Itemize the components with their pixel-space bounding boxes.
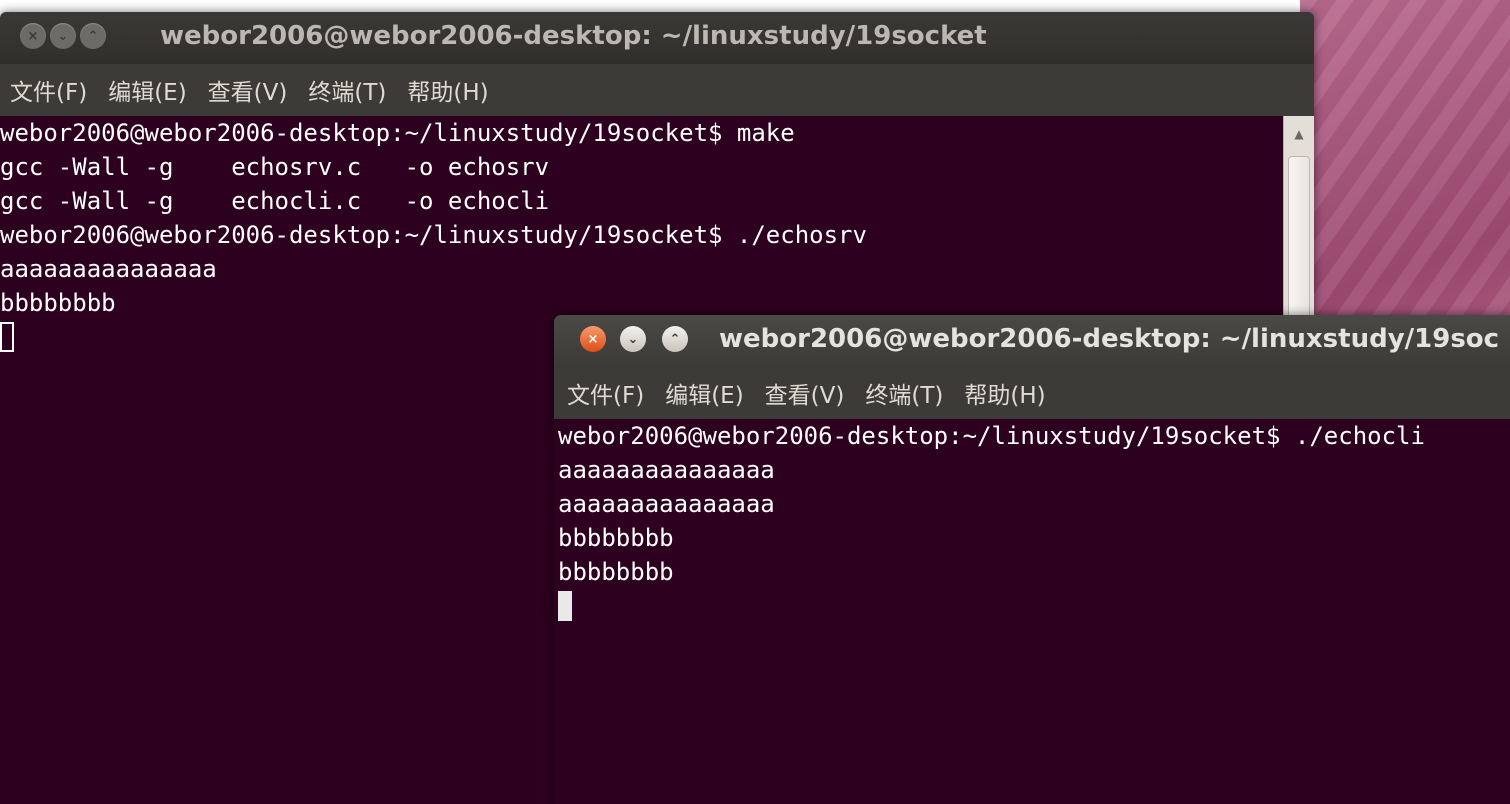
terminal-window-client[interactable]: × ⌄ ⌃ webor2006@webor2006-desktop: ~/lin… xyxy=(554,315,1510,804)
maximize-button[interactable]: ⌃ xyxy=(80,23,106,49)
menu-help[interactable]: 帮助(H) xyxy=(407,73,488,107)
terminal-output[interactable]: webor2006@webor2006-desktop:~/linuxstudy… xyxy=(554,419,1510,804)
terminal-line: bbbbbbbb xyxy=(558,524,674,552)
menu-file[interactable]: 文件(F) xyxy=(567,376,644,410)
menu-view[interactable]: 查看(V) xyxy=(765,376,845,410)
menu-terminal[interactable]: 终端(T) xyxy=(865,376,943,410)
title-bar[interactable]: × ⌄ ⌃ webor2006@webor2006-desktop: ~/lin… xyxy=(0,12,1314,64)
title-bar[interactable]: × ⌄ ⌃ webor2006@webor2006-desktop: ~/lin… xyxy=(554,315,1510,367)
terminal-line: aaaaaaaaaaaaaaa xyxy=(558,490,775,518)
scroll-up-arrow-icon[interactable]: ▲ xyxy=(1284,116,1314,152)
terminal-line: gcc -Wall -g echosrv.c -o echosrv xyxy=(0,153,550,181)
terminal-line: aaaaaaaaaaaaaaa xyxy=(558,456,775,484)
terminal-line: webor2006@webor2006-desktop:~/linuxstudy… xyxy=(558,422,1425,450)
terminal-line: bbbbbbbb xyxy=(558,558,674,586)
scrollbar-thumb[interactable] xyxy=(1288,156,1310,328)
menu-edit[interactable]: 编辑(E) xyxy=(108,73,186,107)
menu-help[interactable]: 帮助(H) xyxy=(964,376,1045,410)
menu-terminal[interactable]: 终端(T) xyxy=(308,73,386,107)
menu-file[interactable]: 文件(F) xyxy=(10,73,87,107)
close-button[interactable]: × xyxy=(20,23,46,49)
close-button[interactable]: × xyxy=(580,326,606,352)
terminal-line: webor2006@webor2006-desktop:~/linuxstudy… xyxy=(0,221,867,249)
terminal-line: gcc -Wall -g echocli.c -o echocli xyxy=(0,187,550,215)
minimize-button[interactable]: ⌄ xyxy=(50,23,76,49)
window-title: webor2006@webor2006-desktop: ~/linuxstud… xyxy=(719,324,1500,354)
terminal-line: webor2006@webor2006-desktop:~/linuxstudy… xyxy=(0,119,795,147)
window-title: webor2006@webor2006-desktop: ~/linuxstud… xyxy=(160,21,987,51)
terminal-line: aaaaaaaaaaaaaaa xyxy=(0,255,217,283)
minimize-button[interactable]: ⌄ xyxy=(620,326,646,352)
menu-view[interactable]: 查看(V) xyxy=(208,73,288,107)
terminal-cursor xyxy=(558,591,572,621)
maximize-button[interactable]: ⌃ xyxy=(662,326,688,352)
menu-bar: 文件(F) 编辑(E) 查看(V) 终端(T) 帮助(H) xyxy=(554,367,1510,419)
cursor-line xyxy=(558,589,1510,623)
menu-edit[interactable]: 编辑(E) xyxy=(665,376,743,410)
terminal-cursor xyxy=(0,322,14,352)
menu-bar: 文件(F) 编辑(E) 查看(V) 终端(T) 帮助(H) xyxy=(0,64,1314,116)
